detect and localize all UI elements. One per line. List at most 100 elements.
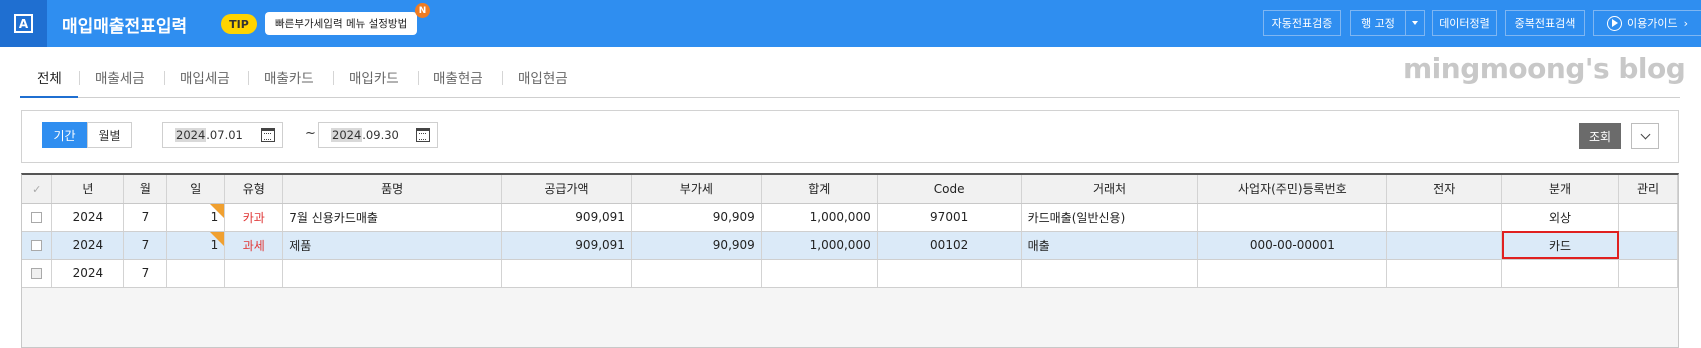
journal-cell[interactable] (1501, 259, 1619, 288)
supply-amount-cell[interactable]: 909,091 (501, 231, 632, 260)
table-row-selected[interactable]: 2024 7 1 과세 제품 909,091 90,909 1,000,000 … (22, 231, 1678, 260)
partner-cell[interactable] (1021, 259, 1199, 288)
journal-table: ✓ 년 월 일 유형 품명 공급가액 부가세 합계 Code 거래처 사업자(주… (22, 175, 1678, 288)
item-cell[interactable]: 제품 (282, 231, 503, 260)
type-cell[interactable]: 과세 (224, 231, 284, 260)
electronic-cell[interactable] (1386, 203, 1503, 232)
reg-number-cell[interactable] (1197, 259, 1388, 288)
electronic-cell[interactable] (1386, 259, 1503, 288)
vat-cell[interactable] (631, 259, 762, 288)
end-date-input[interactable]: 2024.09.30 (318, 122, 438, 148)
day-cell[interactable]: 1 (166, 231, 226, 260)
tip-badge[interactable]: TIP (221, 14, 257, 34)
year-cell[interactable]: 2024 (51, 259, 125, 288)
journal-cell-focused[interactable]: 카드 (1501, 231, 1619, 260)
search-button[interactable]: 조회 (1579, 123, 1621, 149)
row-checkbox[interactable] (22, 203, 53, 232)
auto-verify-button[interactable]: 자동전표검증 (1263, 10, 1341, 36)
tab-sales-cash[interactable]: 매출현금 (433, 67, 483, 87)
column-header[interactable]: 년 (51, 175, 125, 204)
day-cell[interactable]: 1 (166, 203, 226, 232)
item-cell[interactable] (282, 259, 503, 288)
journal-grid: ✓ 년 월 일 유형 품명 공급가액 부가세 합계 Code 거래처 사업자(주… (21, 173, 1679, 348)
month-cell[interactable]: 7 (123, 203, 168, 232)
day-cell[interactable] (166, 259, 226, 288)
select-all-checkbox[interactable]: ✓ (22, 175, 53, 204)
column-header[interactable]: 사업자(주민)등록번호 (1197, 175, 1388, 204)
column-header[interactable]: 일 (166, 175, 226, 204)
tab-sales-tax[interactable]: 매출세금 (95, 67, 145, 87)
vat-cell[interactable]: 90,909 (631, 231, 762, 260)
caret-down-icon (1412, 21, 1418, 25)
manage-cell[interactable] (1618, 231, 1678, 260)
period-toggle[interactable]: 기간 (42, 122, 87, 148)
active-tab-indicator (20, 96, 78, 98)
column-header[interactable]: 품명 (282, 175, 503, 204)
row-fix-button[interactable]: 행 고정 (1350, 10, 1406, 36)
vat-cell[interactable]: 90,909 (631, 203, 762, 232)
column-header[interactable]: Code (877, 175, 1022, 204)
column-header[interactable]: 전자 (1386, 175, 1503, 204)
column-header[interactable]: 월 (123, 175, 168, 204)
column-header[interactable]: 유형 (224, 175, 284, 204)
app-header: A 매입매출전표입력 TIP 빠른부가세입력 메뉴 설정방법 N 자동전표검증 … (0, 0, 1701, 47)
partner-cell[interactable]: 카드매출(일반신용) (1021, 203, 1199, 232)
start-date-input[interactable]: 2024.07.01 (162, 122, 283, 148)
type-cell[interactable]: 카과 (224, 203, 284, 232)
table-row-new[interactable]: 2024 7 (22, 259, 1678, 288)
tab-divider (418, 71, 419, 85)
table-row[interactable]: 2024 7 1 카과 7월 신용카드매출 909,091 90,909 1,0… (22, 203, 1678, 232)
column-header[interactable]: 관리 (1618, 175, 1678, 204)
checkbox-icon (31, 268, 43, 279)
column-header[interactable]: 부가세 (631, 175, 762, 204)
duplicate-search-button[interactable]: 중복전표검색 (1505, 10, 1585, 36)
item-cell[interactable]: 7월 신용카드매출 (282, 203, 503, 232)
month-cell[interactable]: 7 (123, 259, 168, 288)
tab-divider (248, 71, 249, 85)
supply-amount-cell[interactable]: 909,091 (501, 203, 632, 232)
code-cell[interactable]: 97001 (877, 203, 1022, 232)
column-header[interactable]: 합계 (761, 175, 878, 204)
reg-number-cell[interactable] (1197, 203, 1388, 232)
guide-button[interactable]: 이용가이드 › (1593, 10, 1701, 36)
row-checkbox[interactable] (22, 259, 53, 288)
partner-cell[interactable]: 매출 (1021, 231, 1199, 260)
tab-all[interactable]: 전체 (37, 67, 62, 87)
play-icon (1606, 15, 1622, 31)
data-sort-button[interactable]: 데이터정렬 (1432, 10, 1497, 36)
app-logo[interactable]: A (0, 0, 47, 47)
tab-purchase-cash[interactable]: 매입현금 (518, 67, 568, 87)
supply-amount-cell[interactable] (501, 259, 632, 288)
row-checkbox[interactable] (22, 231, 53, 260)
tab-purchase-tax[interactable]: 매입세금 (180, 67, 230, 87)
total-cell[interactable]: 1,000,000 (761, 203, 878, 232)
journal-cell[interactable]: 외상 (1501, 203, 1619, 232)
code-cell[interactable]: 00102 (877, 231, 1022, 260)
expand-chevron-icon[interactable] (1631, 123, 1659, 149)
month-cell[interactable]: 7 (123, 231, 168, 260)
manage-cell[interactable] (1618, 203, 1678, 232)
calendar-icon[interactable] (416, 128, 430, 142)
electronic-cell[interactable] (1386, 231, 1503, 260)
column-header[interactable]: 분개 (1501, 175, 1619, 204)
year-cell[interactable]: 2024 (51, 231, 125, 260)
edit-flag-icon (210, 231, 224, 246)
manage-cell[interactable] (1618, 259, 1678, 288)
monthly-toggle[interactable]: 월별 (87, 122, 132, 148)
tab-sales-card[interactable]: 매출카드 (264, 67, 314, 87)
code-cell[interactable] (877, 259, 1022, 288)
page-title: 매입매출전표입력 (62, 17, 188, 37)
chevron-right-icon: › (1683, 16, 1688, 30)
tab-divider (79, 71, 80, 85)
column-header[interactable]: 공급가액 (501, 175, 632, 204)
column-header[interactable]: 거래처 (1021, 175, 1199, 204)
total-cell[interactable] (761, 259, 878, 288)
total-cell[interactable]: 1,000,000 (761, 231, 878, 260)
type-cell[interactable] (224, 259, 284, 288)
year-cell[interactable]: 2024 (51, 203, 125, 232)
calendar-icon[interactable] (261, 128, 275, 142)
reg-number-cell[interactable]: 000-00-00001 (1197, 231, 1388, 260)
tab-purchase-card[interactable]: 매입카드 (349, 67, 399, 87)
row-fix-dropdown[interactable] (1405, 10, 1425, 36)
tip-link[interactable]: 빠른부가세입력 메뉴 설정방법 (265, 12, 418, 35)
